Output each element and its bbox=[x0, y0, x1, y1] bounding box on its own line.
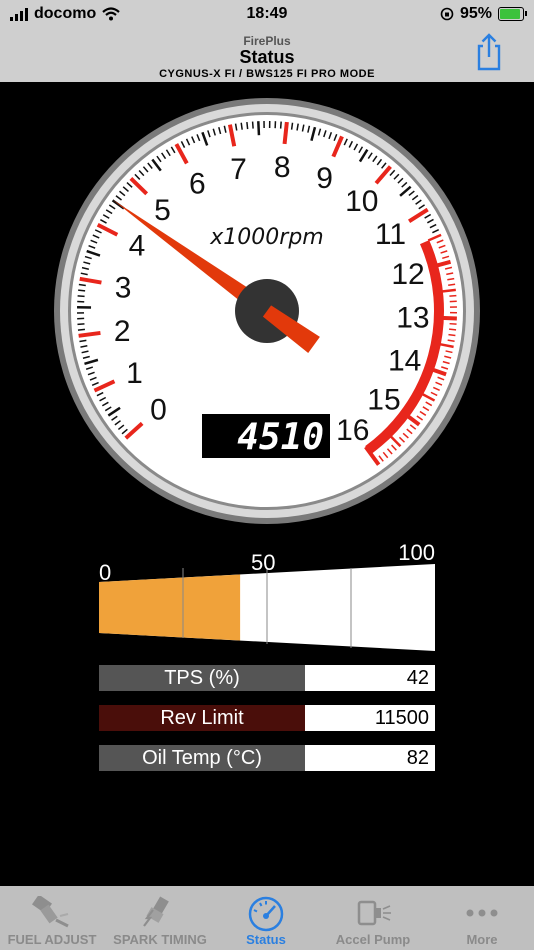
gauge-minor-tick bbox=[240, 122, 243, 130]
gauge-scale-label: 3 bbox=[115, 271, 132, 304]
reading-value: 11500 bbox=[305, 705, 435, 731]
share-icon[interactable] bbox=[472, 32, 506, 72]
page-title: Status bbox=[239, 47, 295, 67]
throttle-bar: 0 50 100 bbox=[99, 540, 435, 651]
reading-row-oil-temp: Oil Temp (°C) 82 bbox=[99, 745, 435, 771]
gauge-scale-label: 8 bbox=[274, 151, 291, 184]
status-bar: docomo 18:49 95% bbox=[0, 0, 534, 28]
throttle-label-mid: 50 bbox=[251, 550, 275, 575]
gauge-scale-label: 5 bbox=[154, 194, 171, 227]
tab-spark-timing[interactable]: SPARK TIMING bbox=[104, 886, 216, 950]
spark-plug-icon bbox=[143, 896, 169, 927]
tab-accel-pump[interactable]: Accel Pump bbox=[316, 886, 430, 950]
reading-row-tps: TPS (%) 42 bbox=[99, 665, 435, 691]
reading-value: 42 bbox=[305, 665, 435, 691]
gauge-scale-label: 2 bbox=[114, 315, 131, 348]
fuel-injector-icon bbox=[32, 896, 69, 928]
gauge-scale-label: 1 bbox=[126, 357, 143, 390]
gauge-minor-tick bbox=[77, 295, 85, 298]
tab-fuel-adjust[interactable]: FUEL ADJUST bbox=[0, 886, 104, 950]
gauge-scale-label: 11 bbox=[375, 218, 406, 251]
gauge-scale-label: 0 bbox=[150, 394, 167, 427]
reading-label: Rev Limit bbox=[99, 705, 305, 731]
throttle-label-min: 0 bbox=[99, 560, 111, 585]
tab-status[interactable]: Status bbox=[216, 886, 316, 950]
gauge-scale-label: 7 bbox=[230, 153, 247, 186]
gauge-minor-tick bbox=[78, 289, 86, 292]
gauge-scale-label: 12 bbox=[391, 258, 424, 291]
gauge-scale-label: 4 bbox=[129, 230, 146, 263]
gauge-minor-tick bbox=[448, 283, 456, 286]
app-name: FirePlus bbox=[243, 34, 291, 48]
throttle-bar-fill bbox=[99, 574, 241, 641]
gauge-scale-label: 15 bbox=[367, 383, 400, 416]
speedometer-icon bbox=[248, 896, 284, 932]
orientation-lock-icon bbox=[440, 7, 454, 21]
gauge-minor-tick bbox=[290, 122, 294, 130]
gauge-scale-label: 9 bbox=[316, 162, 333, 195]
rpm-readout: 4510 bbox=[237, 417, 324, 458]
gauge-minor-tick bbox=[251, 121, 254, 129]
gauge-scale-label: 13 bbox=[396, 302, 429, 335]
tab-label: Status bbox=[246, 932, 286, 947]
battery-percent: 95% bbox=[459, 5, 492, 22]
gauge-minor-tick bbox=[279, 121, 282, 129]
gauge-minor-tick bbox=[77, 328, 86, 331]
tab-label: More bbox=[466, 932, 498, 947]
model-subtitle: CYGNUS-X FI / BWS125 FI PRO MODE bbox=[159, 68, 375, 80]
tab-label: SPARK TIMING bbox=[113, 932, 207, 947]
gauge-major-tick bbox=[282, 121, 289, 145]
tab-bar: FUEL ADJUST SPARK TIMING Status Accel Pu… bbox=[0, 886, 534, 950]
throttle-label-max: 100 bbox=[398, 540, 435, 565]
reading-row-rev-limit: Rev Limit 11500 bbox=[99, 705, 435, 731]
gauge-minor-tick bbox=[449, 294, 457, 297]
tachometer-gauge: 0123456 7 8 910111213141516 x1000rpm 4510 bbox=[54, 98, 480, 524]
reading-label: TPS (%) bbox=[99, 665, 305, 691]
more-dots-icon bbox=[466, 909, 498, 917]
gauge-scale-label: 16 bbox=[336, 414, 369, 447]
gauge-scale-label: 14 bbox=[388, 345, 421, 378]
tab-label: FUEL ADJUST bbox=[7, 932, 97, 947]
gauge-minor-tick bbox=[448, 333, 456, 337]
accel-pump-icon bbox=[357, 900, 391, 926]
gauge-minor-tick bbox=[257, 121, 261, 136]
gauge-minor-tick bbox=[246, 121, 249, 130]
navigation-bar: FirePlus Status CYGNUS-X FI / BWS125 FI … bbox=[0, 28, 534, 82]
reading-label: Oil Temp (°C) bbox=[99, 745, 305, 771]
gauge-scale-label: 10 bbox=[345, 185, 378, 218]
gauge-unit-label: x1000rpm bbox=[209, 225, 323, 250]
gauge-minor-tick bbox=[449, 328, 457, 331]
battery-area: 95% bbox=[440, 5, 527, 23]
battery-icon bbox=[498, 7, 527, 21]
gauge-scale-label: 6 bbox=[189, 168, 206, 201]
gauge-major-tick bbox=[78, 330, 101, 338]
gauge-minor-tick bbox=[78, 283, 86, 287]
reading-value: 82 bbox=[305, 745, 435, 771]
gauge-minor-tick bbox=[441, 288, 456, 293]
tab-label: Accel Pump bbox=[335, 932, 411, 947]
tab-more[interactable]: More bbox=[430, 886, 534, 950]
